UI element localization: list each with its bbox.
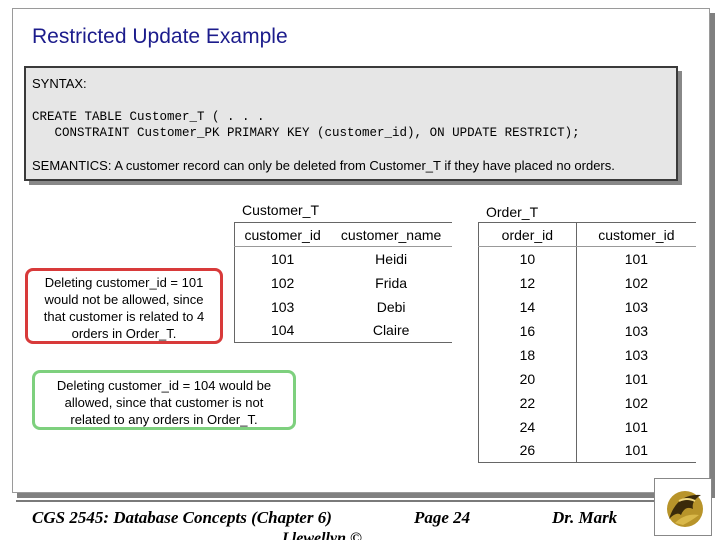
semantics-text: SEMANTICS: A customer record can only be… xyxy=(32,158,615,173)
footer-divider xyxy=(16,500,656,502)
table-header-row: customer_id customer_name xyxy=(234,222,452,247)
note-line: Deleting customer_id = 101 xyxy=(44,275,204,290)
note-line: orders in Order_T. xyxy=(71,326,177,341)
table-row: 102 Frida xyxy=(235,271,453,295)
table-row: 10 101 xyxy=(478,246,697,271)
table-header-row: order_id customer_id xyxy=(478,222,696,247)
table-cell: 26 xyxy=(478,438,577,463)
footer-page: Page 24 xyxy=(414,508,471,527)
table-cell: 20 xyxy=(478,366,577,391)
table-cell: 101 xyxy=(624,442,649,459)
header-cell: order_id xyxy=(478,222,577,247)
table-row: 12 102 xyxy=(478,270,697,295)
table-cell: 103 xyxy=(624,322,649,339)
table-cell: 22 xyxy=(478,390,577,415)
table-cell: 10 xyxy=(478,246,577,271)
table-row: 24 101 xyxy=(478,414,697,439)
table-row: 16 103 xyxy=(478,318,697,343)
table-cell: 101 xyxy=(270,250,295,267)
table-cell: 102 xyxy=(624,394,649,411)
footer-author: Dr. Mark xyxy=(552,508,618,527)
syntax-box: SYNTAX: CREATE TABLE Customer_T ( . . . … xyxy=(24,66,682,185)
table-cell: 101 xyxy=(624,370,649,387)
table-cell: Claire xyxy=(372,322,410,339)
header-cell: customer_id xyxy=(234,222,331,247)
note-line: Deleting customer_id = 104 would be xyxy=(56,378,272,393)
table-cell: 24 xyxy=(478,414,577,439)
note-line: allowed, since that customer is not xyxy=(64,395,264,410)
table-row: 14 103 xyxy=(478,294,697,319)
table-cell: Debi xyxy=(376,298,406,315)
table-row: 101 Heidi xyxy=(235,247,453,271)
code-line-2: CONSTRAINT Customer_PK PRIMARY KEY (cust… xyxy=(32,126,580,140)
table-cell: Heidi xyxy=(375,250,408,267)
table-cell: 102 xyxy=(270,274,295,291)
customer-table-title: Customer_T xyxy=(242,202,320,218)
delete-allowed-note: Deleting customer_id = 104 would be allo… xyxy=(32,370,296,430)
slide-title: Restricted Update Example xyxy=(32,25,288,48)
table-row: 22 102 xyxy=(478,390,697,415)
customer-table: customer_id customer_name 101 Heidi 102 … xyxy=(234,222,452,343)
table-row: 104 Claire xyxy=(235,319,453,343)
table-cell: 101 xyxy=(624,418,649,435)
table-cell: Frida xyxy=(375,274,408,291)
note-line: that customer is related to 4 xyxy=(43,309,205,324)
table-cell: 103 xyxy=(624,346,649,363)
header-cell: customer_id xyxy=(576,222,696,247)
order-table-title: Order_T xyxy=(486,204,539,220)
note-line: would not be allowed, since xyxy=(44,292,204,307)
table-row: 26 101 xyxy=(478,438,697,463)
footer-author-cutoff: Llewellyn © xyxy=(282,530,362,540)
table-cell: 102 xyxy=(624,274,649,291)
table-cell: 18 xyxy=(478,342,577,367)
table-row: 18 103 xyxy=(478,342,697,367)
table-cell: 12 xyxy=(478,270,577,295)
ucf-logo xyxy=(654,478,712,536)
table-cell: 101 xyxy=(624,250,649,267)
note-line: related to any orders in Order_T. xyxy=(70,412,258,427)
delete-not-allowed-note: Deleting customer_id = 101 would not be … xyxy=(25,268,223,344)
footer-course: CGS 2545: Database Concepts (Chapter 6) xyxy=(32,508,332,527)
table-cell: 103 xyxy=(624,298,649,315)
table-cell: 16 xyxy=(478,318,577,343)
syntax-label: SYNTAX: xyxy=(32,76,87,91)
table-row: 103 Debi xyxy=(235,295,453,319)
header-cell: customer_name xyxy=(330,222,452,247)
table-cell: 14 xyxy=(478,294,577,319)
order-table: order_id customer_id 10 101 12 102 14 10… xyxy=(478,222,696,463)
table-row: 20 101 xyxy=(478,366,697,391)
table-cell: 104 xyxy=(270,322,295,339)
table-cell: 103 xyxy=(270,298,295,315)
code-line-1: CREATE TABLE Customer_T ( . . . xyxy=(32,110,265,124)
pegasus-logo-icon xyxy=(667,491,703,527)
